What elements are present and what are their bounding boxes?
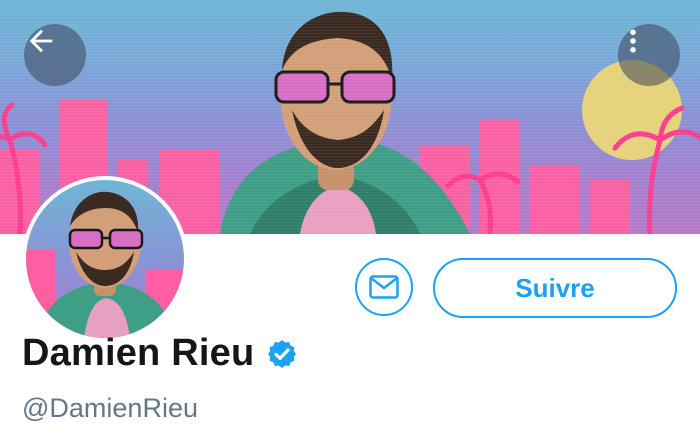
avatar-image (26, 191, 184, 338)
display-name-row: Damien Rieu (22, 332, 298, 375)
follow-button[interactable]: Suivre (433, 258, 677, 318)
back-button[interactable] (24, 24, 86, 86)
display-name: Damien Rieu (22, 332, 255, 374)
envelope-icon (369, 275, 399, 299)
profile-handle: @DamienRieu (22, 393, 198, 423)
message-button[interactable] (355, 258, 413, 316)
profile-avatar[interactable] (22, 176, 188, 342)
more-options-button[interactable] (618, 24, 680, 86)
arrow-left-icon (29, 29, 53, 53)
more-vertical-icon (630, 29, 636, 53)
verified-badge-icon (268, 339, 297, 368)
